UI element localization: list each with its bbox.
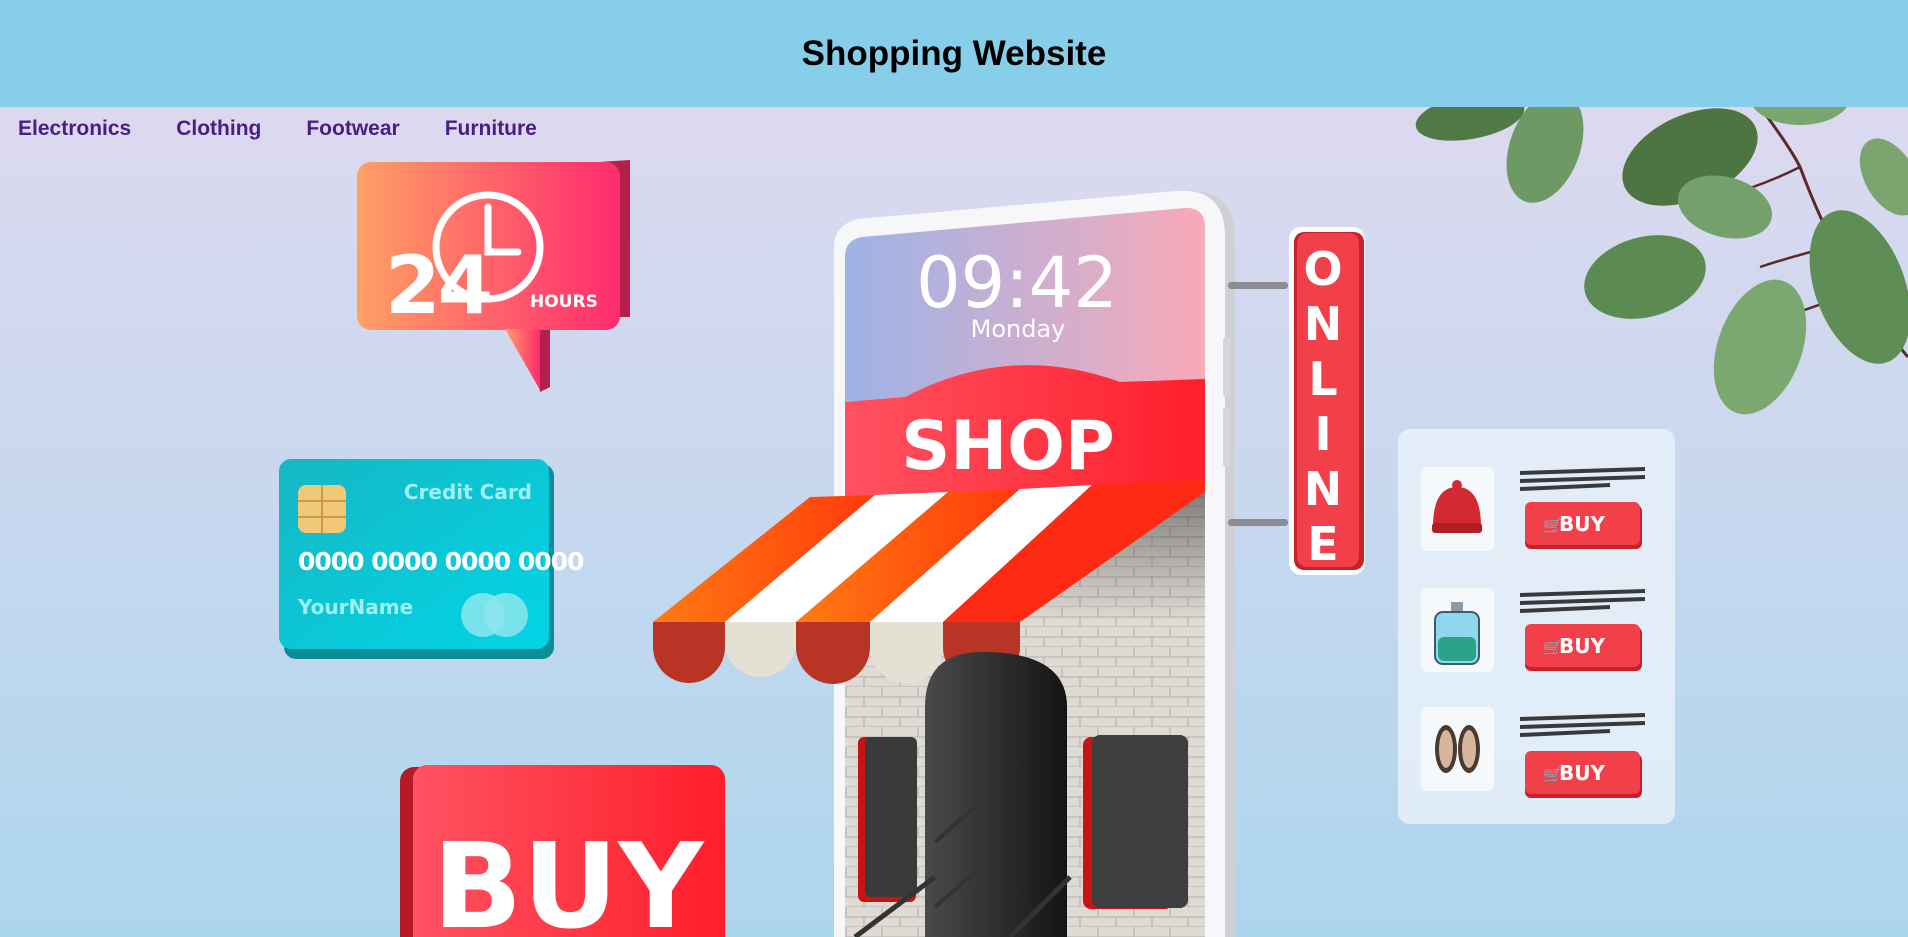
online-sign-letter: O [1303, 242, 1342, 296]
perfume-bottle-icon [1434, 602, 1480, 665]
site-title: Shopping Website [801, 33, 1107, 73]
online-sign-letter: E [1307, 517, 1338, 571]
card-label: Credit Card [404, 480, 532, 504]
card-holder: YourName [297, 595, 413, 619]
buy-sign-graphic: BUY [400, 765, 725, 937]
phone-shop-graphic: 09:42 Monday SHOP [653, 190, 1235, 937]
credit-card-graphic: Credit Card 0000 0000 0000 0000 YourName [279, 459, 585, 659]
product-buy-label-1: BUY [1559, 512, 1605, 536]
online-sign-letter: N [1304, 462, 1343, 516]
hours-unit: HOURS [530, 292, 598, 312]
online-sign-letter: N [1304, 297, 1343, 351]
nav-link-clothing[interactable]: Clothing [176, 117, 261, 141]
shop-illustration: 24 HOURS Credit Card 0000 0000 0000 0000… [279, 107, 1908, 937]
clock-time: 09:42 [916, 242, 1118, 324]
buy-sign-text: BUY [432, 817, 705, 937]
shop-sign-text: SHOP [901, 407, 1115, 486]
site-header: Shopping Website [0, 0, 1908, 107]
clock-day: Monday [971, 315, 1066, 343]
nav-link-electronics[interactable]: Electronics [18, 117, 131, 141]
online-vertical-sign: ONLINE [1228, 227, 1365, 575]
svg-text:🛒: 🛒 [1543, 638, 1563, 657]
product-panel: BUY 🛒 BUY 🛒 BUY 🛒 [1398, 429, 1675, 824]
online-sign-letter: L [1308, 352, 1337, 406]
category-nav: Electronics Clothing Footwear Furniture [18, 117, 537, 141]
nav-link-footwear[interactable]: Footwear [306, 117, 399, 141]
product-buy-label-2: BUY [1559, 634, 1605, 658]
online-sign-letter: I [1314, 407, 1331, 461]
product-buy-label-3: BUY [1559, 761, 1605, 785]
card-number: 0000 0000 0000 0000 [298, 547, 584, 576]
nav-link-furniture[interactable]: Furniture [445, 117, 537, 141]
hero-banner: Electronics Clothing Footwear Furniture [0, 107, 1908, 937]
24-hours-badge: 24 HOURS [357, 160, 630, 392]
leaves-decoration [1415, 107, 1908, 415]
basket-icon: 🛒 [1543, 516, 1563, 535]
hours-number: 24 [385, 239, 490, 332]
svg-text:🛒: 🛒 [1543, 765, 1563, 784]
